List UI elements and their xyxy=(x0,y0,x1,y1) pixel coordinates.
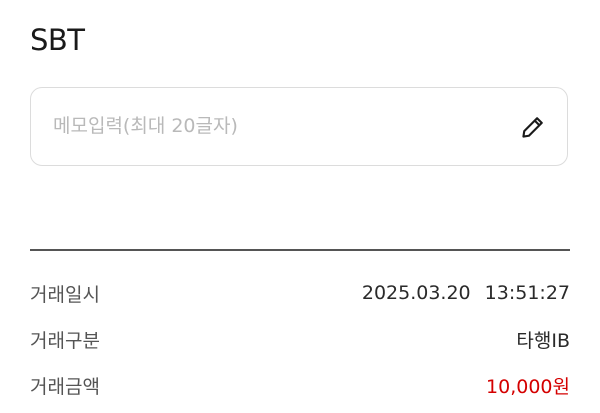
transaction-time: 13:51:27 xyxy=(484,282,570,304)
transaction-datetime-row: 거래일시 2025.03.20 13:51:27 xyxy=(30,278,570,308)
transaction-datetime-label: 거래일시 xyxy=(30,283,100,306)
transaction-amount-value: 10,000원 xyxy=(486,375,570,398)
page-title: SBT xyxy=(30,23,85,57)
memo-input[interactable] xyxy=(53,108,493,144)
transaction-amount-row: 거래금액 10,000원 xyxy=(30,370,570,400)
transaction-date: 2025.03.20 xyxy=(361,282,471,304)
section-divider xyxy=(30,249,570,251)
transaction-type-row: 거래구분 타행IB xyxy=(30,324,570,354)
transaction-type-label: 거래구분 xyxy=(30,329,100,352)
transaction-amount-label: 거래금액 xyxy=(30,375,100,398)
transaction-datetime-value: 2025.03.20 13:51:27 xyxy=(362,282,570,304)
pencil-icon[interactable] xyxy=(519,113,547,141)
memo-field[interactable] xyxy=(30,87,568,166)
transaction-type-value: 타행IB xyxy=(516,329,570,352)
